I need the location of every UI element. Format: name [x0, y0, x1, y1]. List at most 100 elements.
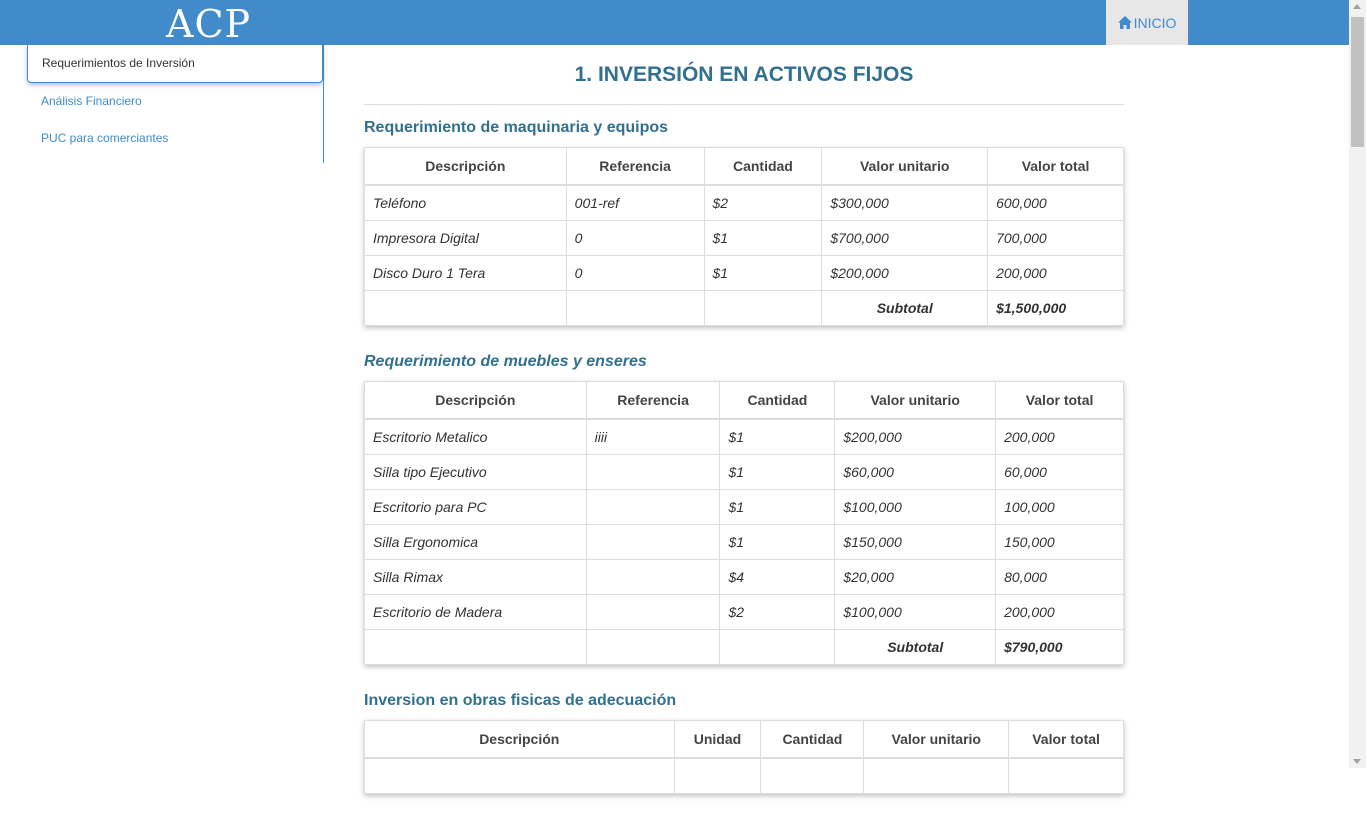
column-header: Cantidad — [760, 720, 865, 759]
page-title: 1. INVERSIÓN EN ACTIVOS FIJOS — [574, 63, 914, 86]
home-button[interactable]: INICIO — [1106, 0, 1188, 45]
sidebar-item-requerimientos[interactable]: Requerimientos de Inversión — [27, 45, 323, 83]
table-row: Escritorio de Madera $2 $100,000 200,000 — [364, 594, 1124, 630]
cell-total-value: 700,000 — [987, 220, 1124, 256]
table-row: Teléfono 001-ref $2 $300,000 600,000 — [364, 184, 1124, 221]
empty-cell — [703, 290, 823, 326]
sidebar-item-puc[interactable]: PUC para comerciantes — [27, 120, 323, 157]
empty-cell — [719, 629, 836, 665]
column-header: Valor unitario — [863, 720, 1010, 759]
scroll-down-icon[interactable] — [1353, 759, 1361, 764]
cell-total-value: 200,000 — [995, 418, 1124, 455]
cell-quantity: $1 — [719, 524, 836, 560]
column-header: Unidad — [673, 720, 762, 759]
empty-cell — [863, 757, 1010, 794]
app-logo[interactable]: ACP — [166, 0, 251, 46]
cell-unit-value: $300,000 — [821, 184, 989, 221]
column-header: Valor total — [987, 147, 1124, 186]
column-header: Descripción — [364, 147, 567, 186]
cell-reference — [585, 559, 721, 595]
cell-total-value: 200,000 — [995, 594, 1124, 630]
home-button-label: INICIO — [1133, 14, 1177, 31]
scrollbar-thumb[interactable] — [1351, 17, 1364, 147]
cell-description: Escritorio para PC — [364, 489, 587, 525]
cell-quantity: $1 — [703, 220, 823, 256]
column-header: Cantidad — [703, 147, 823, 186]
empty-cell — [585, 629, 721, 665]
table-row: Silla Ergonomica $1 $150,000 150,000 — [364, 524, 1124, 560]
cell-total-value: 80,000 — [995, 559, 1124, 595]
empty-cell — [673, 757, 762, 794]
cell-reference: 0 — [565, 255, 705, 291]
cell-unit-value: $150,000 — [834, 524, 997, 560]
cell-quantity: $2 — [719, 594, 836, 630]
empty-cell — [364, 629, 587, 665]
cell-unit-value: $100,000 — [834, 594, 997, 630]
table-row: Escritorio para PC $1 $100,000 100,000 — [364, 489, 1124, 525]
cell-reference: 0 — [565, 220, 705, 256]
table-row: Escritorio Metalico iiii $1 $200,000 200… — [364, 418, 1124, 455]
cell-unit-value: $700,000 — [821, 220, 989, 256]
cell-total-value: 150,000 — [995, 524, 1124, 560]
top-navbar: ACP INICIO — [0, 0, 1349, 46]
empty-cell — [364, 290, 567, 326]
works-section-title: Inversion en obras fisicas de adecuación — [364, 692, 677, 709]
cell-description: Silla tipo Ejecutivo — [364, 454, 587, 490]
furniture-section-title: Requerimiento de muebles y enseres — [364, 353, 647, 370]
column-header: Valor unitario — [821, 147, 989, 186]
subtotal-value: $1,500,000 — [987, 290, 1124, 326]
main-content: 1. INVERSIÓN EN ACTIVOS FIJOS Requerimie… — [364, 45, 1124, 821]
cell-description: Teléfono — [364, 184, 567, 221]
table-row: Silla Rimax $4 $20,000 80,000 — [364, 559, 1124, 595]
cell-total-value: 600,000 — [987, 184, 1124, 221]
cell-total-value: 60,000 — [995, 454, 1124, 490]
furniture-table: Descripción Referencia Cantidad Valor un… — [364, 381, 1124, 665]
column-header: Valor unitario — [834, 381, 997, 420]
empty-cell — [1008, 757, 1124, 794]
cell-total-value: 100,000 — [995, 489, 1124, 525]
empty-cell — [364, 757, 675, 794]
subtotal-value: $790,000 — [995, 629, 1124, 665]
cell-description: Escritorio Metalico — [364, 418, 587, 455]
column-header: Valor total — [995, 381, 1124, 420]
subtotal-label: Subtotal — [821, 290, 989, 326]
empty-cell — [760, 757, 865, 794]
cell-unit-value: $100,000 — [834, 489, 997, 525]
cell-description: Silla Rimax — [364, 559, 587, 595]
cell-quantity: $1 — [719, 418, 836, 455]
cell-unit-value: $200,000 — [834, 418, 997, 455]
cell-quantity: $2 — [703, 184, 823, 221]
cell-description: Escritorio de Madera — [364, 594, 587, 630]
column-header: Valor total — [1008, 720, 1124, 759]
cell-reference: iiii — [585, 418, 721, 455]
column-header: Referencia — [565, 147, 705, 186]
cell-quantity: $1 — [719, 454, 836, 490]
cell-description: Impresora Digital — [364, 220, 567, 256]
table-row — [364, 757, 1124, 794]
cell-reference — [585, 524, 721, 560]
cell-unit-value: $60,000 — [834, 454, 997, 490]
empty-cell — [565, 290, 705, 326]
subtotal-row: Subtotal $1,500,000 — [364, 290, 1124, 326]
title-divider — [364, 104, 1124, 105]
cell-description: Silla Ergonomica — [364, 524, 587, 560]
cell-total-value: 200,000 — [987, 255, 1124, 291]
table-row: Silla tipo Ejecutivo $1 $60,000 60,000 — [364, 454, 1124, 490]
sidebar-item-analisis[interactable]: Análisis Financiero — [27, 83, 323, 120]
cell-unit-value: $20,000 — [834, 559, 997, 595]
home-icon — [1117, 16, 1132, 29]
table-row: Disco Duro 1 Tera 0 $1 $200,000 200,000 — [364, 255, 1124, 291]
column-header: Cantidad — [719, 381, 836, 420]
subtotal-label: Subtotal — [834, 629, 997, 665]
subtotal-row: Subtotal $790,000 — [364, 629, 1124, 665]
cell-quantity: $1 — [703, 255, 823, 291]
machinery-section-title: Requerimiento de maquinaria y equipos — [364, 119, 669, 136]
cell-reference — [585, 454, 721, 490]
cell-description: Disco Duro 1 Tera — [364, 255, 567, 291]
column-header: Descripción — [364, 720, 675, 759]
works-table: Descripción Unidad Cantidad Valor unitar… — [364, 720, 1124, 794]
cell-reference: 001-ref — [565, 184, 705, 221]
table-row: Impresora Digital 0 $1 $700,000 700,000 — [364, 220, 1124, 256]
scroll-up-icon[interactable] — [1353, 4, 1361, 9]
page-scrollbar[interactable] — [1349, 0, 1366, 768]
